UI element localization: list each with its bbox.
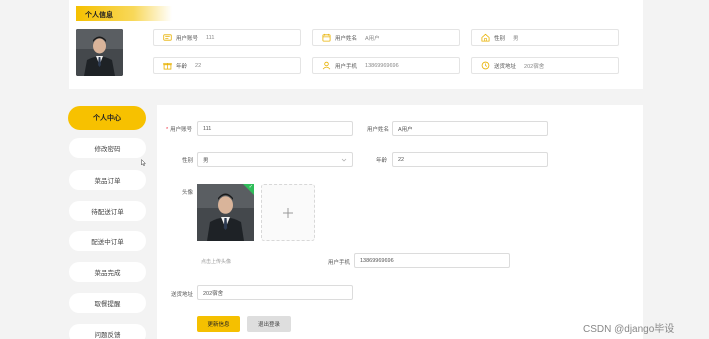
- info-phone-value: 13869969696: [365, 62, 399, 69]
- info-phone: 用户手机 13869969696: [312, 57, 460, 74]
- info-gender-label: 性别: [494, 35, 506, 42]
- chevron-down-icon: [341, 158, 347, 162]
- phone-label: 用户手机: [328, 260, 351, 266]
- info-name-label: 用户姓名: [335, 35, 358, 42]
- info-age: 年龄 22: [153, 57, 301, 74]
- info-account: 用户账号 111: [153, 29, 301, 46]
- sidebar-item-dish-orders[interactable]: 菜品订单: [69, 170, 146, 190]
- address-label: 送货地址: [171, 292, 194, 298]
- id-card-icon: [163, 34, 172, 41]
- account-label: * 用户账号: [166, 127, 193, 133]
- info-age-value: 22: [195, 62, 202, 69]
- check-icon: ✓: [248, 184, 253, 190]
- info-address-value: 202宿舍: [524, 63, 545, 70]
- info-account-label: 用户账号: [176, 35, 199, 42]
- age-input[interactable]: 22: [392, 152, 548, 167]
- profile-section-header: 个人信息: [76, 6, 172, 21]
- sidebar-item-profile[interactable]: 个人中心: [68, 106, 146, 130]
- avatar-label: 头像: [182, 190, 194, 196]
- gender-select-value: 男: [203, 157, 209, 164]
- user-icon: [322, 61, 331, 70]
- account-input[interactable]: 111: [197, 121, 353, 136]
- sidebar-item-change-password[interactable]: 修改密码: [69, 138, 146, 158]
- profile-section-title: 个人信息: [85, 12, 113, 19]
- address-input[interactable]: 202宿舍: [197, 285, 353, 300]
- home-icon: [481, 33, 490, 42]
- watermark: CSDN @django毕设: [583, 324, 675, 335]
- info-name-value: A用户: [365, 35, 380, 42]
- info-age-label: 年龄: [176, 63, 188, 70]
- upload-hint: 点击上传头像: [201, 259, 232, 265]
- logout-button[interactable]: 退出登录: [247, 316, 291, 332]
- info-address: 送货地址 202宿舍: [471, 57, 619, 74]
- update-info-button[interactable]: 更新信息: [197, 316, 240, 332]
- info-phone-label: 用户手机: [335, 63, 358, 70]
- gift-icon: [163, 62, 172, 70]
- sidebar-item-pickup-reminder[interactable]: 取餐提醒: [69, 293, 146, 313]
- calendar-icon: [322, 33, 331, 42]
- gender-label: 性别: [182, 158, 194, 164]
- info-gender: 性别 男: [471, 29, 619, 46]
- avatar-upload-button[interactable]: [261, 184, 315, 241]
- clock-icon: [481, 61, 490, 70]
- sidebar-item-pending-delivery[interactable]: 待配送订单: [69, 201, 146, 221]
- info-address-label: 送货地址: [494, 63, 517, 70]
- avatar-preview[interactable]: ✓: [197, 184, 254, 241]
- sidebar-item-feedback[interactable]: 问题反馈: [69, 324, 146, 339]
- age-label: 年龄: [376, 158, 388, 164]
- info-account-value: 111: [206, 34, 215, 41]
- info-gender-value: 男: [513, 35, 519, 42]
- plus-icon: [283, 207, 293, 218]
- sidebar-item-in-delivery[interactable]: 配送中订单: [69, 231, 146, 251]
- phone-input[interactable]: 13869969696: [354, 253, 510, 268]
- name-input[interactable]: A用户: [392, 121, 548, 136]
- mouse-cursor-icon: [141, 159, 146, 166]
- profile-avatar: [76, 29, 123, 76]
- gender-select[interactable]: 男: [197, 152, 353, 167]
- info-name: 用户姓名 A用户: [312, 29, 460, 46]
- name-label: 用户姓名: [367, 127, 390, 133]
- required-mark: *: [166, 127, 169, 133]
- sidebar-item-dish-complete[interactable]: 菜品完成: [69, 262, 146, 282]
- person-photo-icon: [76, 29, 123, 76]
